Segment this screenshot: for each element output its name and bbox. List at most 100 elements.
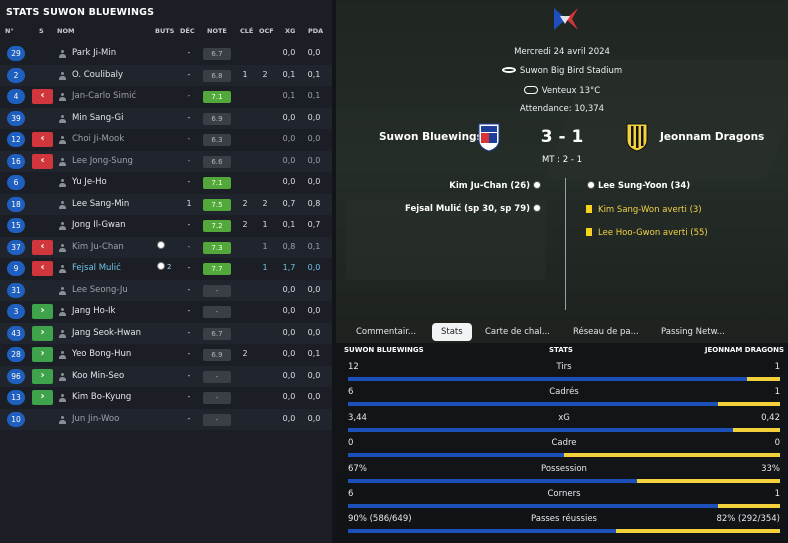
table-row[interactable]: 16 ‹ Lee Jong-Sung - 6.6 0,0 0,0 xyxy=(0,150,332,172)
player-rows: 29 Park Ji-Min -6.7 0,0 0,0 2 O. Coulibaly -6.8… xyxy=(0,43,332,430)
key-passes-cell: 2 xyxy=(242,220,248,229)
xa-cell: 0,0 xyxy=(307,327,321,337)
table-row[interactable]: 96 › Koo Min-Seo - - 0,0 0,0 xyxy=(0,365,332,387)
shirt-number: 29 xyxy=(7,46,25,61)
player-name[interactable]: Yu Je-Ho xyxy=(72,177,107,187)
substituted-off-icon: ‹ xyxy=(32,132,53,147)
col-name[interactable]: NOM xyxy=(57,27,74,35)
shirt-number: 12 xyxy=(7,132,25,147)
table-row[interactable]: 4 ‹ Jan-Carlo Simić - 7.1 0,1 0,1 xyxy=(0,86,332,108)
table-row[interactable]: 37 ‹ Kim Ju-Chan - 7.3 1 0,8 0,1 xyxy=(0,236,332,258)
col-sub[interactable]: S xyxy=(39,27,44,35)
table-row[interactable]: 13 › Kim Bo-Kyung - - 0,0 0,0 xyxy=(0,387,332,409)
col-rating[interactable]: NOTE xyxy=(207,27,227,35)
decisive-cell: - xyxy=(187,284,191,294)
table-row[interactable]: 29 Park Ji-Min - 6.7 0,0 0,0 xyxy=(0,43,332,65)
comparison-bar xyxy=(348,504,780,508)
table-row[interactable]: 43 › Jang Seok-Hwan - 6.7 0,0 0,0 xyxy=(0,322,332,344)
col-xg[interactable]: XG xyxy=(285,27,295,35)
player-icon xyxy=(59,93,66,101)
xg-cell: 0,0 xyxy=(282,370,296,380)
decisive-cell: - xyxy=(187,48,191,57)
rating-badge: 6.9 xyxy=(203,112,231,125)
table-row[interactable]: 39 Min Sang-Gi - 6.9 0,0 0,0 xyxy=(0,107,332,129)
col-xa[interactable]: PDA xyxy=(308,27,323,35)
comparison-bar xyxy=(348,478,780,483)
tab-pass-network[interactable]: Réseau de pa... xyxy=(573,323,639,341)
player-name[interactable]: Lee Seong-Ju xyxy=(72,285,128,295)
player-name[interactable]: Kim Ju-Chan xyxy=(72,242,124,252)
table-row[interactable]: 6 Yu Je-Ho - 7.1 0,0 0,0 xyxy=(0,172,332,194)
shirt-number: 15 xyxy=(7,218,25,233)
table-row[interactable]: 12 ‹ Choi Ji-Mook - 6.3 0,0 0,0 xyxy=(0,129,332,151)
away-value: 1 xyxy=(774,387,780,398)
player-name[interactable]: Jang Seok-Hwan xyxy=(72,328,141,338)
table-row[interactable]: 15 Jong Il-Gwan - 7.2 2 1 0,1 0,7 xyxy=(0,215,332,237)
home-share-bar xyxy=(348,402,719,407)
away-team-name[interactable]: Jeonnam Dragons xyxy=(660,131,764,143)
player-name[interactable]: Lee Jong-Sung xyxy=(72,156,133,166)
xg-cell: 0,0 xyxy=(282,284,296,294)
player-name[interactable]: Park Ji-Min xyxy=(72,48,116,58)
table-row[interactable]: 28 › Yeo Bong-Hun - 6.9 2 0,0 0,1 xyxy=(0,344,332,366)
key-passes-cell: 1 xyxy=(242,69,248,79)
shirt-number: 6 xyxy=(7,175,25,190)
tab-passing-network[interactable]: Passing Netw... xyxy=(661,323,725,341)
table-row[interactable]: 9 ‹ Fejsal Mulić 2 - 7.7 1 1,7 0,0 xyxy=(0,258,332,280)
table-row[interactable]: 3 › Jang Ho-Ik - - 0,0 0,0 xyxy=(0,301,332,323)
table-row[interactable]: 2 O. Coulibaly - 6.8 1 2 0,1 0,1 xyxy=(0,64,332,86)
decisive-cell: 1 xyxy=(186,198,192,208)
match-date: Mercredi 24 avril 2024 xyxy=(514,47,610,57)
competition-logo xyxy=(554,8,578,30)
chances-cell: 2 xyxy=(262,198,268,208)
col-decisive[interactable]: DÉC xyxy=(180,27,195,35)
rating-badge: 6.9 xyxy=(203,349,231,361)
shirt-number: 3 xyxy=(7,304,25,319)
decisive-cell: - xyxy=(187,134,191,143)
decisive-cell: - xyxy=(187,241,191,251)
table-row[interactable]: 31 Lee Seong-Ju - - 0,0 0,0 xyxy=(0,279,332,301)
substituted-off-icon: ‹ xyxy=(32,153,53,169)
col-goals[interactable]: BUTS xyxy=(155,27,174,35)
player-name[interactable]: Jan-Carlo Simić xyxy=(72,91,136,101)
player-name[interactable]: O. Coulibaly xyxy=(72,70,123,80)
tab-chalkboard[interactable]: Carte de chal... xyxy=(485,323,550,341)
halftime-score: MT : 2 - 1 xyxy=(541,155,583,165)
home-share-bar xyxy=(348,427,733,432)
player-name[interactable]: Fejsal Mulić xyxy=(72,263,121,273)
shirt-number: 43 xyxy=(7,325,25,341)
player-name[interactable]: Jong Il-Gwan xyxy=(72,220,126,230)
player-name[interactable]: Koo Min-Seo xyxy=(72,371,124,381)
col-key-passes[interactable]: CLÉ xyxy=(240,27,253,35)
comparison-bar xyxy=(348,453,780,458)
comparison-bar xyxy=(348,377,780,381)
player-name[interactable]: Min Sang-Gi xyxy=(72,113,124,123)
tab-commentary[interactable]: Commentair... xyxy=(356,323,416,341)
rating-badge: 7.3 xyxy=(203,241,231,254)
player-icon xyxy=(59,243,66,252)
player-name[interactable]: Yeo Bong-Hun xyxy=(72,349,131,359)
scorer-text: Kim Ju-Chan (26) xyxy=(449,181,530,191)
col-number[interactable]: N° xyxy=(5,27,14,35)
tab-stats[interactable]: Stats xyxy=(432,323,472,341)
player-name[interactable]: Lee Sang-Min xyxy=(72,199,129,209)
xg-cell: 0,0 xyxy=(282,413,296,423)
player-icon xyxy=(59,308,66,316)
weather-text: Venteux 13°C xyxy=(541,86,601,96)
match-report-screen: STATS SUWON BLUEWINGS N° S NOM BUTS DÉC … xyxy=(0,0,788,543)
chances-cell: 1 xyxy=(262,241,268,251)
stat-label: Cadre xyxy=(551,438,577,449)
table-row[interactable]: 10 Jun Jin-Woo - - 0,0 0,0 xyxy=(0,408,332,430)
player-name[interactable]: Jang Ho-Ik xyxy=(72,306,115,316)
player-name[interactable]: Kim Bo-Kyung xyxy=(72,392,131,402)
player-name[interactable]: Jun Jin-Woo xyxy=(72,414,119,424)
decisive-cell: - xyxy=(187,220,191,229)
away-team-crest[interactable] xyxy=(626,122,648,152)
col-chances[interactable]: OCF xyxy=(259,27,274,35)
shirt-number: 2 xyxy=(7,67,25,83)
player-name[interactable]: Choi Ji-Mook xyxy=(72,134,124,144)
table-row[interactable]: 18 Lee Sang-Min 1 7.5 2 2 0,7 0,8 xyxy=(0,193,332,215)
shirt-number: 4 xyxy=(7,89,25,104)
xg-cell: 0,0 xyxy=(282,155,296,165)
away-value: 1 xyxy=(774,362,780,372)
